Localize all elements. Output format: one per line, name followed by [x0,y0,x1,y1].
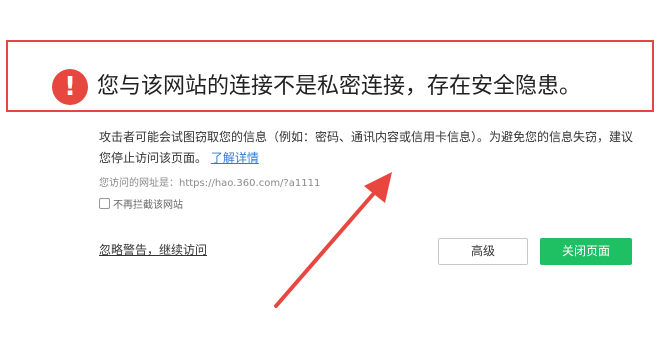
security-warning-page: ! 您与该网站的连接不是私密连接，存在安全隐患。 攻击者可能会试图窃取您的信息（… [0,0,666,364]
dont-block-checkbox[interactable] [99,197,110,209]
warning-headline: 您与该网站的连接不是私密连接，存在安全隐患。 [97,74,582,99]
warning-description-text: 攻击者可能会试图窃取您的信息（例如：密码、通讯内容或信用卡信息）。为避免您的信息… [99,130,634,165]
advanced-button[interactable]: 高级 [438,238,528,265]
arrow-head [364,172,392,203]
dont-block-row[interactable]: 不再拦截该网站 [99,195,183,211]
arrow-shaft [274,190,377,308]
dont-block-label: 不再拦截该网站 [113,199,183,211]
learn-more-link[interactable]: 了解详情 [211,151,259,165]
warning-description: 攻击者可能会试图窃取您的信息（例如：密码、通讯内容或信用卡信息）。为避免您的信息… [99,127,644,169]
exclamation-icon: ! [52,69,88,105]
close-page-button[interactable]: 关闭页面 [540,238,632,265]
visited-url-text: 您访问的网址是：https://hao.360.com/?a1111 [99,178,321,189]
ignore-warning-link[interactable]: 忽略警告，继续访问 [99,242,207,258]
